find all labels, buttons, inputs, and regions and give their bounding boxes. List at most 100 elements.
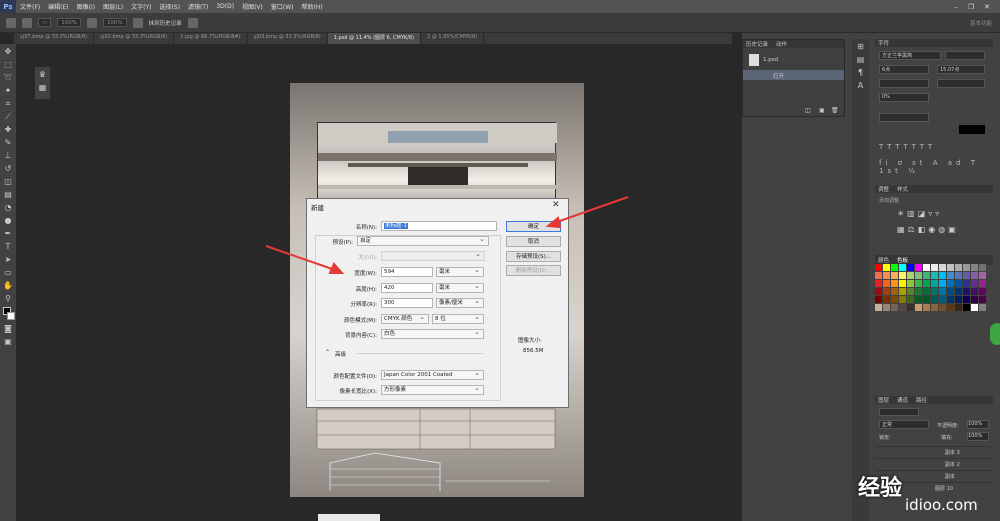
swatch-color[interactable] [955, 264, 962, 271]
swatch-color[interactable] [979, 272, 986, 279]
font-size-field[interactable]: 6点 [879, 65, 929, 74]
swatch-color[interactable] [923, 288, 930, 295]
swatch-color[interactable] [939, 288, 946, 295]
swatch-color[interactable] [971, 280, 978, 287]
swatch-color[interactable] [979, 304, 986, 311]
layer-row[interactable]: 副本 3 [875, 446, 993, 458]
swatch-color[interactable] [891, 304, 898, 311]
swatch-color[interactable] [923, 280, 930, 287]
swatch-color[interactable] [923, 264, 930, 271]
swatch-color[interactable] [931, 272, 938, 279]
tab-history[interactable]: 历史记录 [746, 40, 768, 48]
fill-field[interactable]: 100% [967, 432, 989, 441]
swatch-color[interactable] [875, 296, 882, 303]
swatch-color[interactable] [907, 304, 914, 311]
swatch-color[interactable] [947, 280, 954, 287]
swatch-color[interactable] [899, 264, 906, 271]
swatch-color[interactable] [931, 304, 938, 311]
swatch-color[interactable] [971, 272, 978, 279]
swatch-color[interactable] [899, 288, 906, 295]
swatch-color[interactable] [915, 288, 922, 295]
swatch-color[interactable] [923, 304, 930, 311]
side-float-button[interactable] [990, 323, 1000, 345]
swatch-color[interactable] [931, 288, 938, 295]
layer-row[interactable]: 副本 2 [875, 458, 993, 470]
adjustment-icons-row-1[interactable]: ☀▥◪▿▿ [897, 209, 942, 218]
panel-strip-icon-4[interactable]: A [856, 81, 866, 91]
swatch-color[interactable] [883, 296, 890, 303]
swatch-color[interactable] [915, 272, 922, 279]
swatch-color[interactable] [971, 264, 978, 271]
trash-icon[interactable]: 🗑 [831, 107, 839, 114]
swatch-color[interactable] [883, 280, 890, 287]
horizontal-scale-field[interactable] [879, 113, 929, 122]
swatch-color[interactable] [883, 272, 890, 279]
history-step-row[interactable]: 打开 [743, 70, 844, 80]
panel-strip-icon-3[interactable]: ¶ [856, 68, 866, 78]
swatch-color[interactable] [931, 280, 938, 287]
swatch-color[interactable] [947, 264, 954, 271]
swatch-color[interactable] [875, 280, 882, 287]
swatch-color[interactable] [963, 288, 970, 295]
swatch-color[interactable] [875, 264, 882, 271]
swatch-color[interactable] [899, 304, 906, 311]
swatch-color[interactable] [883, 288, 890, 295]
swatch-color[interactable] [883, 264, 890, 271]
swatch-color[interactable] [979, 280, 986, 287]
swatch-color[interactable] [963, 304, 970, 311]
tab-actions[interactable]: 动作 [776, 40, 787, 48]
opacity-field[interactable]: 100% [967, 420, 989, 429]
tracking-field[interactable] [937, 79, 985, 88]
swatch-color[interactable] [931, 296, 938, 303]
swatch-color[interactable] [923, 296, 930, 303]
swatch-color[interactable] [939, 272, 946, 279]
swatch-color[interactable] [955, 280, 962, 287]
panel-strip-icon-2[interactable]: ▤ [856, 55, 866, 65]
swatch-color[interactable] [963, 296, 970, 303]
swatch-color[interactable] [931, 264, 938, 271]
swatch-color[interactable] [875, 272, 882, 279]
swatch-color[interactable] [915, 296, 922, 303]
swatch-color[interactable] [939, 280, 946, 287]
character-tab[interactable]: 字符 [875, 39, 993, 47]
swatch-color[interactable] [883, 304, 890, 311]
swatch-color[interactable] [875, 304, 882, 311]
panel-strip-icon-1[interactable]: ⊞ [856, 42, 866, 52]
swatch-color[interactable] [915, 304, 922, 311]
leading-field[interactable]: 15.07点 [937, 65, 985, 74]
swatches-grid[interactable] [875, 264, 987, 311]
swatch-color[interactable] [907, 280, 914, 287]
swatch-color[interactable] [891, 288, 898, 295]
swatch-color[interactable] [899, 296, 906, 303]
swatch-color[interactable] [947, 304, 954, 311]
font-style-select[interactable] [945, 51, 985, 60]
swatch-color[interactable] [907, 272, 914, 279]
swatch-color[interactable] [939, 304, 946, 311]
swatch-color[interactable] [907, 288, 914, 295]
tab-color[interactable]: 颜色 [878, 256, 889, 264]
swatch-color[interactable] [971, 296, 978, 303]
swatch-color[interactable] [979, 264, 986, 271]
opentype-buttons[interactable]: fi ơ st A ad T 1st ½ [879, 159, 989, 175]
swatch-color[interactable] [907, 296, 914, 303]
swatch-color[interactable] [947, 296, 954, 303]
text-style-buttons[interactable]: TTTTTTT [879, 143, 989, 152]
swatch-color[interactable] [891, 264, 898, 271]
swatch-color[interactable] [971, 288, 978, 295]
swatch-color[interactable] [939, 264, 946, 271]
swatch-color[interactable] [907, 264, 914, 271]
tab-paths[interactable]: 路径 [916, 396, 927, 404]
swatch-color[interactable] [979, 296, 986, 303]
tab-layers[interactable]: 图层 [878, 396, 889, 404]
swatch-color[interactable] [947, 272, 954, 279]
swatch-color[interactable] [955, 304, 962, 311]
swatch-color[interactable] [979, 288, 986, 295]
tab-swatches[interactable]: 色板 [897, 256, 908, 264]
swatch-color[interactable] [875, 288, 882, 295]
tab-channels[interactable]: 通道 [897, 396, 908, 404]
blend-mode-select[interactable]: 正常 [879, 420, 929, 429]
swatch-color[interactable] [891, 280, 898, 287]
swatch-color[interactable] [899, 280, 906, 287]
swatch-color[interactable] [891, 296, 898, 303]
vertical-scale-field[interactable]: 0% [879, 93, 929, 102]
